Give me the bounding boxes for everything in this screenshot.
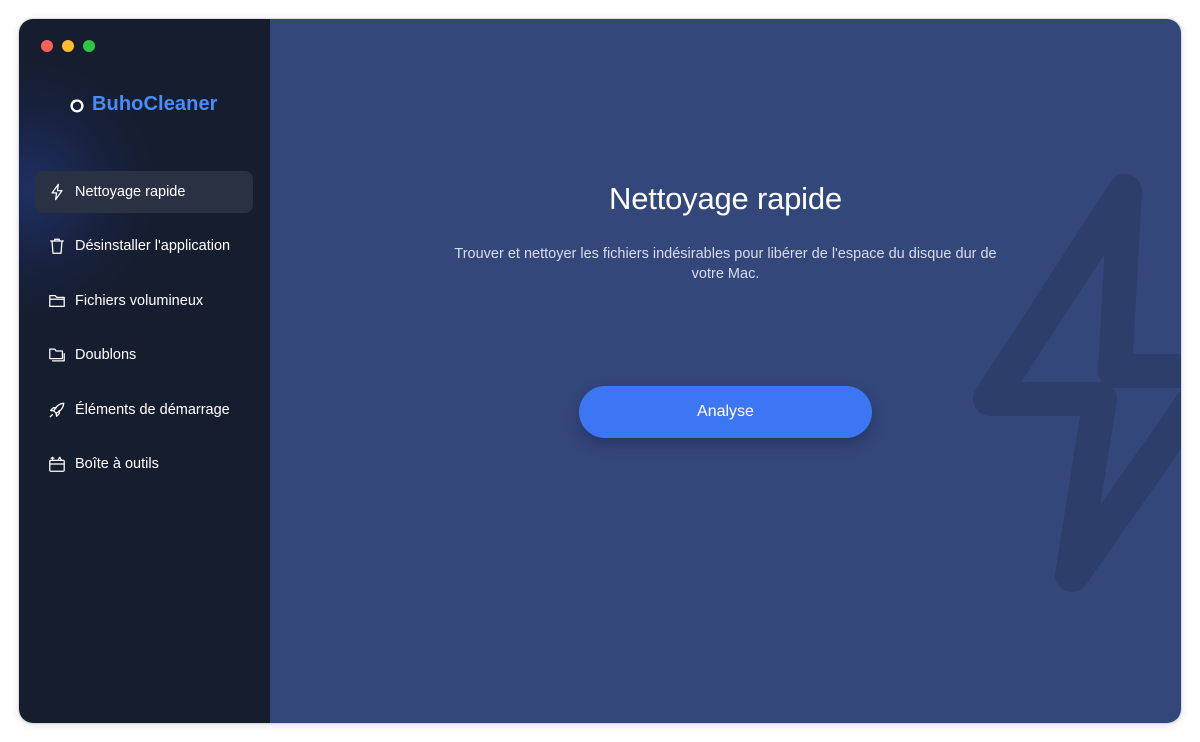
app-logo: BuhoCleaner [68, 93, 218, 116]
folder-icon [47, 291, 67, 311]
sidebar-item-uninstall[interactable]: Désinstaller l'application [35, 225, 253, 267]
lightning-icon [973, 174, 1181, 592]
sidebar-item-duplicates[interactable]: Doublons [35, 334, 253, 376]
rocket-icon [47, 400, 67, 420]
sidebar-item-label: Doublons [75, 347, 137, 364]
sidebar-item-label: Désinstaller l'application [75, 238, 231, 255]
maximize-window-button[interactable] [83, 40, 95, 52]
sidebar-item-label: Fichiers volumineux [75, 292, 204, 309]
sidebar: BuhoCleaner Nettoyage rapide Désinstalle… [19, 19, 270, 723]
trash-icon [47, 236, 67, 256]
sidebar-item-toolbox[interactable]: Boîte à outils [35, 443, 253, 485]
buho-logo-icon [70, 98, 84, 112]
close-window-button[interactable] [41, 40, 53, 52]
main-content: Nettoyage rapide Trouver et nettoyer les… [270, 19, 1181, 723]
duplicate-folder-icon [47, 345, 67, 365]
window-controls [41, 40, 95, 52]
page-description: Trouver et nettoyer les fichiers indésir… [454, 246, 997, 282]
app-name: BuhoCleaner [92, 93, 218, 115]
lightning-icon [47, 182, 67, 202]
app-window: BuhoCleaner Nettoyage rapide Désinstalle… [19, 19, 1181, 723]
page-title: Nettoyage rapide [609, 181, 842, 216]
sidebar-nav: Nettoyage rapide Désinstaller l'applicat… [35, 171, 253, 497]
sidebar-item-label: Boîte à outils [75, 455, 159, 472]
sidebar-item-large-files[interactable]: Fichiers volumineux [35, 280, 253, 322]
analyse-button[interactable]: Analyse [579, 386, 872, 438]
sidebar-item-quick-clean[interactable]: Nettoyage rapide [35, 171, 253, 213]
sidebar-item-label: Nettoyage rapide [75, 184, 186, 200]
minimize-window-button[interactable] [62, 40, 74, 52]
toolbox-icon [47, 454, 67, 474]
sidebar-item-label: Éléments de démarrage [75, 401, 230, 418]
sidebar-item-startup[interactable]: Éléments de démarrage [35, 389, 253, 431]
